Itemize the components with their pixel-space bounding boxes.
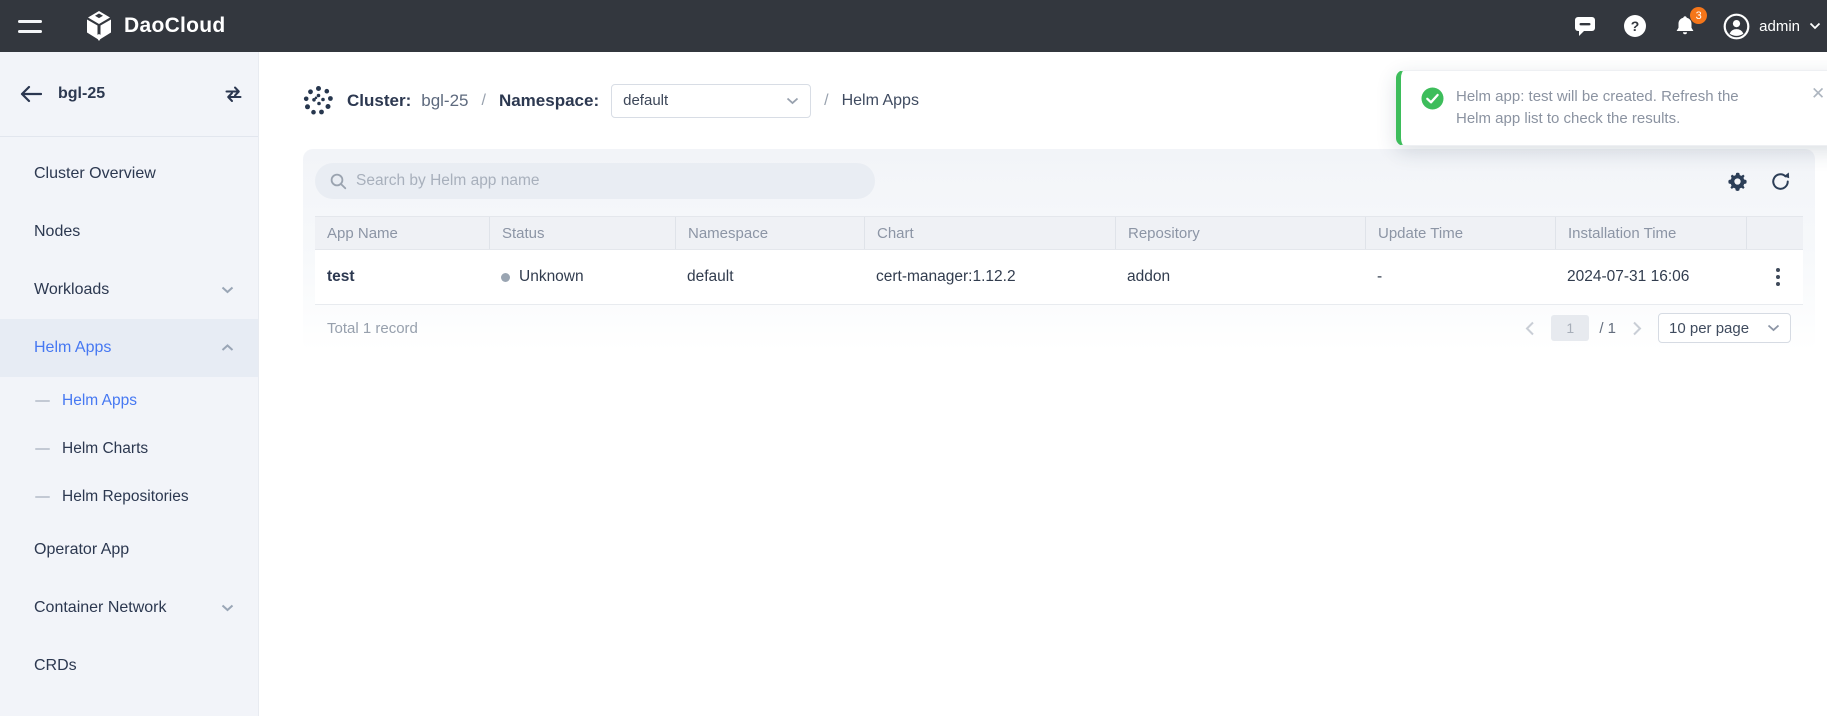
status-text: Unknown <box>519 268 584 286</box>
page-size-value: 10 per page <box>1669 320 1749 337</box>
header-namespace: Namespace <box>675 217 864 249</box>
sidebar-item-workloads[interactable]: Workloads <box>0 261 258 319</box>
daocloud-logo-icon <box>84 10 114 42</box>
username: admin <box>1759 18 1800 35</box>
helm-apps-panel: App Name Status Namespace Chart Reposito… <box>303 149 1815 351</box>
table-footer: Total 1 record 1 / 1 10 per page <box>315 305 1803 351</box>
sidebar-item-helm-repositories[interactable]: Helm Repositories <box>0 473 258 521</box>
cluster-dots-icon <box>303 85 334 116</box>
status-dot-icon <box>501 273 510 282</box>
total-records: Total 1 record <box>327 320 418 337</box>
refresh-icon[interactable] <box>1770 171 1791 192</box>
chevron-down-icon <box>221 286 234 294</box>
table-row: test Unknown default cert-manager:1.12.2… <box>315 250 1803 305</box>
page-size-select[interactable]: 10 per page <box>1658 313 1791 343</box>
namespace-select-value: default <box>623 92 668 109</box>
search-box <box>315 163 875 199</box>
main-content: Cluster: bgl-25 / Namespace: default / H… <box>259 52 1827 716</box>
notifications-bell-icon[interactable]: 3 <box>1673 14 1697 38</box>
brand: DaoCloud <box>84 10 226 42</box>
chevron-down-icon <box>1767 324 1780 332</box>
sidebar-item-crds[interactable]: CRDs <box>0 637 258 695</box>
prev-page-icon[interactable] <box>1525 321 1535 336</box>
header-chart: Chart <box>864 217 1115 249</box>
sidebar-cluster-header: bgl-25 <box>0 52 258 136</box>
header-update-time: Update Time <box>1365 217 1555 249</box>
chevron-down-icon <box>221 604 234 612</box>
breadcrumb-current-page: Helm Apps <box>842 92 919 110</box>
search-input[interactable] <box>356 172 860 190</box>
chevron-up-icon <box>221 344 234 352</box>
sidebar-item-container-network[interactable]: Container Network <box>0 579 258 637</box>
header-repository: Repository <box>1115 217 1365 249</box>
table-header: App Name Status Namespace Chart Reposito… <box>315 216 1803 250</box>
header-installation-time: Installation Time <box>1555 217 1746 249</box>
cluster-value: bgl-25 <box>421 91 468 111</box>
cell-chart: cert-manager:1.12.2 <box>864 268 1115 286</box>
feedback-icon[interactable] <box>1573 15 1597 38</box>
toast-close-icon[interactable]: ✕ <box>1811 84 1825 104</box>
breadcrumb-separator: / <box>824 92 828 110</box>
cell-update-time: - <box>1365 268 1555 286</box>
pagination: 1 / 1 10 per page <box>1525 313 1791 343</box>
cluster-label: Cluster: <box>347 91 411 111</box>
cell-namespace: default <box>675 268 864 286</box>
svg-text:?: ? <box>1631 18 1640 34</box>
sidebar: bgl-25 Cluster Overview Nodes Workloads <box>0 52 259 716</box>
toolbar <box>303 149 1815 199</box>
toast-notification: Helm app: test will be created. Refresh … <box>1396 70 1827 146</box>
current-page-input[interactable]: 1 <box>1551 315 1589 341</box>
dash-icon <box>35 496 50 498</box>
help-icon[interactable]: ? <box>1623 14 1647 38</box>
row-actions-kebab-icon[interactable] <box>1764 262 1786 292</box>
avatar-icon <box>1723 13 1750 40</box>
notification-badge: 3 <box>1690 7 1707 24</box>
success-check-icon <box>1421 87 1444 110</box>
user-menu[interactable]: admin <box>1723 13 1821 40</box>
settings-gear-icon[interactable] <box>1727 171 1748 192</box>
menu-icon[interactable] <box>18 13 44 40</box>
sidebar-item-cluster-overview[interactable]: Cluster Overview <box>0 145 258 203</box>
brand-name: DaoCloud <box>124 14 226 38</box>
back-button[interactable] <box>20 85 42 103</box>
namespace-select[interactable]: default <box>611 84 811 118</box>
header-app-name: App Name <box>315 217 489 249</box>
switch-cluster-icon[interactable] <box>223 84 244 104</box>
cell-app-name: test <box>315 268 489 286</box>
sidebar-item-helm-apps-group[interactable]: Helm Apps <box>0 319 258 377</box>
cell-status: Unknown <box>489 268 675 286</box>
total-pages: / 1 <box>1599 320 1616 337</box>
dash-icon <box>35 400 50 402</box>
helm-apps-table: App Name Status Namespace Chart Reposito… <box>315 216 1803 351</box>
header-status: Status <box>489 217 675 249</box>
namespace-label: Namespace: <box>499 91 599 111</box>
topbar-actions: ? 3 admin <box>1573 13 1827 40</box>
sidebar-item-nodes[interactable]: Nodes <box>0 203 258 261</box>
cell-installation-time: 2024-07-31 16:06 <box>1555 268 1746 286</box>
dash-icon <box>35 448 50 450</box>
breadcrumb-separator: / <box>482 92 486 110</box>
sidebar-nav: Cluster Overview Nodes Workloads Helm Ap… <box>0 137 258 695</box>
header-actions <box>1746 217 1803 249</box>
chevron-down-icon <box>786 97 799 105</box>
chevron-down-icon <box>1809 22 1821 30</box>
topbar: DaoCloud ? 3 <box>0 0 1827 52</box>
cell-repository: addon <box>1115 268 1365 286</box>
sidebar-item-helm-charts[interactable]: Helm Charts <box>0 425 258 473</box>
next-page-icon[interactable] <box>1632 321 1642 336</box>
toast-message: Helm app: test will be created. Refresh … <box>1456 86 1756 130</box>
sidebar-cluster-name: bgl-25 <box>58 85 105 103</box>
search-icon <box>330 173 347 190</box>
sidebar-item-operator-app[interactable]: Operator App <box>0 521 258 579</box>
sidebar-item-helm-apps[interactable]: Helm Apps <box>0 377 258 425</box>
